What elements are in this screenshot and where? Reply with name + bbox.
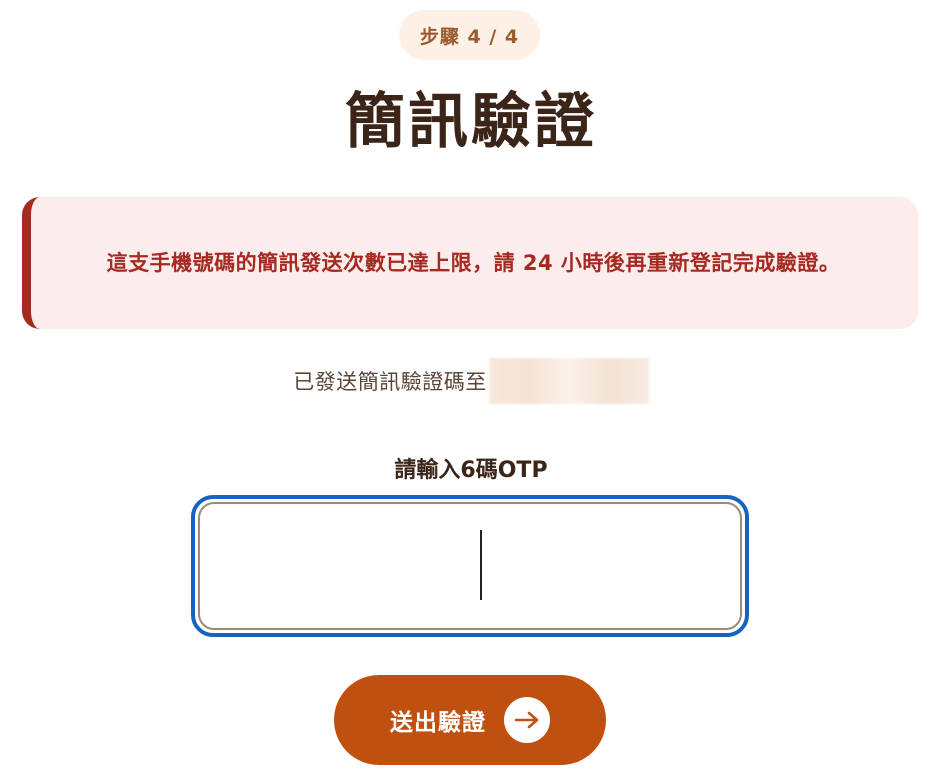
- otp-label: 請輸入6碼OTP: [394, 458, 548, 483]
- otp-input-focus-ring: [191, 495, 749, 637]
- sms-sent-text: 已發送簡訊驗證碼至: [293, 370, 487, 394]
- submit-verification-button[interactable]: 送出驗證: [334, 675, 606, 765]
- text-caret: [480, 530, 482, 600]
- rate-limit-alert: 這支手機號碼的簡訊發送次數已達上限，請 24 小時後再重新登記完成驗證。: [22, 197, 918, 329]
- step-indicator-badge: 步驟 4 / 4: [399, 10, 540, 60]
- page-title: 簡訊驗證: [345, 87, 597, 157]
- alert-message: 這支手機號碼的簡訊發送次數已達上限，請 24 小時後再重新登記完成驗證。: [106, 251, 841, 275]
- otp-input[interactable]: [198, 502, 742, 630]
- step-indicator-label: 步驟 4 / 4: [419, 25, 520, 48]
- sms-verification-page: 步驟 4 / 4 簡訊驗證 這支手機號碼的簡訊發送次數已達上限，請 24 小時後…: [0, 0, 942, 777]
- arrow-right-icon: [504, 697, 550, 743]
- sms-sent-notice: 已發送簡訊驗證碼至: [0, 358, 942, 404]
- masked-phone-number: [488, 358, 649, 404]
- submit-button-label: 送出驗證: [390, 710, 486, 736]
